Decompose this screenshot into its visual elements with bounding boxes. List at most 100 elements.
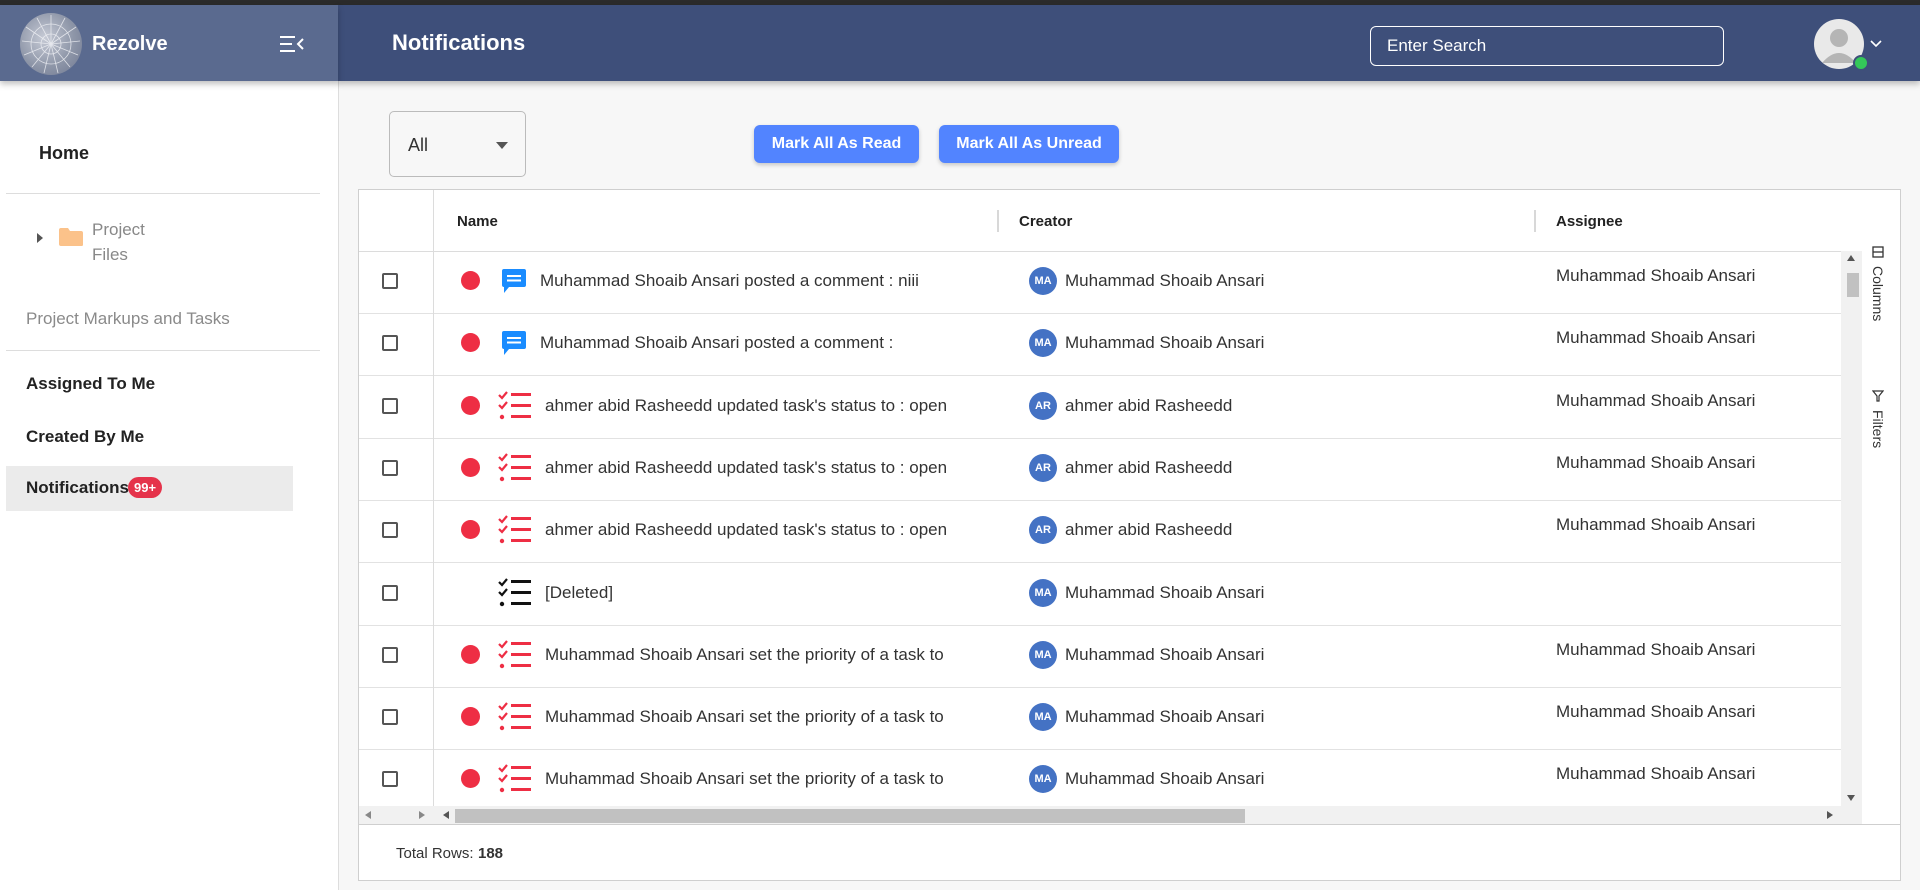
creator-name: Muhammad Shoaib Ansari (1065, 644, 1265, 664)
creator-avatar: MA (1029, 578, 1057, 607)
unread-dot-icon (461, 644, 480, 664)
unread-dot-icon (461, 333, 480, 353)
comment-icon (500, 329, 528, 362)
mark-all-unread-button[interactable]: Mark All As Unread (939, 125, 1119, 163)
row-checkbox[interactable] (382, 709, 398, 726)
creator-avatar: AR (1029, 391, 1057, 420)
folder-icon (58, 227, 84, 252)
column-divider (433, 190, 434, 251)
column-header-creator[interactable]: Creator (1019, 213, 1072, 230)
table-row[interactable]: Muhammad Shoaib Ansari posted a comment … (359, 313, 1841, 377)
filter-select[interactable]: All (389, 111, 526, 177)
table-row[interactable]: ahmer abid Rasheedd updated task's statu… (359, 438, 1841, 501)
assignee-name: Muhammad Shoaib Ansari (1556, 639, 1756, 659)
row-checkbox[interactable] (382, 459, 398, 476)
section-title: Project Markups and Tasks (26, 309, 230, 328)
scroll-down-icon[interactable] (1847, 795, 1855, 801)
online-status-dot (1853, 55, 1869, 71)
divider (6, 350, 320, 351)
unread-dot-icon (461, 520, 480, 540)
tab-columns[interactable]: Columns (1870, 246, 1886, 321)
divider (6, 193, 320, 194)
assignee-name: Muhammad Shoaib Ansari (1556, 764, 1756, 784)
task-list-icon (497, 763, 533, 800)
notification-count-badge: 99+ (128, 477, 163, 498)
sidebar-item-notifications[interactable]: Notifications (26, 478, 129, 498)
scroll-up-icon[interactable] (1847, 255, 1855, 261)
assignee-name: Muhammad Shoaib Ansari (1556, 515, 1756, 535)
columns-icon (1872, 246, 1884, 258)
total-rows-label: Total Rows: (396, 845, 474, 862)
notification-text: Muhammad Shoaib Ansari posted a comment … (540, 271, 919, 290)
chevron-down-icon[interactable] (1870, 35, 1882, 53)
scroll-left-icon[interactable] (443, 811, 449, 819)
table-row[interactable]: Muhammad Shoaib Ansari set the priority … (359, 749, 1841, 806)
notifications-table: Name Creator Assignee Muhammad Shoaib An… (358, 189, 1901, 881)
table-row[interactable]: Muhammad Shoaib Ansari set the priority … (359, 687, 1841, 751)
creator-name: Muhammad Shoaib Ansari (1065, 333, 1265, 353)
creator-name: Muhammad Shoaib Ansari (1065, 582, 1265, 602)
creator-name: ahmer abid Rasheedd (1065, 395, 1233, 415)
unread-dot-icon (461, 707, 480, 727)
filter-icon (1871, 390, 1885, 402)
horizontal-scroll-thumb[interactable] (455, 809, 1245, 823)
sidebar-item-assigned-to-me[interactable]: Assigned To Me (26, 374, 155, 394)
table-row[interactable]: ahmer abid Rasheedd updated task's statu… (359, 376, 1841, 439)
caret-right-icon[interactable] (36, 231, 44, 249)
row-checkbox[interactable] (382, 273, 398, 289)
creator-avatar: MA (1029, 765, 1057, 794)
total-rows: Total Rows: 188 (396, 845, 503, 863)
row-checkbox[interactable] (382, 771, 398, 788)
table-row[interactable]: Muhammad Shoaib Ansari posted a comment … (359, 251, 1841, 314)
row-checkbox[interactable] (382, 584, 398, 601)
sidebar: Home Project Files Project Markups and T… (0, 81, 339, 890)
filter-select-value: All (408, 135, 429, 155)
table-rows: Muhammad Shoaib Ansari posted a comment … (359, 251, 1841, 806)
scroll-right-icon[interactable] (419, 811, 425, 819)
sidebar-item-project-files[interactable]: Project Files (92, 217, 145, 267)
notification-text: Muhammad Shoaib Ansari set the priority … (545, 644, 944, 664)
unread-dot-icon (461, 271, 480, 290)
sidebar-item-created-by-me[interactable]: Created By Me (26, 427, 144, 447)
column-divider (433, 251, 434, 806)
tab-filters-label: Filters (1870, 409, 1886, 449)
collapse-menu-icon[interactable] (280, 35, 304, 53)
notification-text: ahmer abid Rasheedd updated task's statu… (545, 520, 948, 540)
notification-text: Muhammad Shoaib Ansari posted a comment … (540, 333, 894, 353)
mark-all-read-button[interactable]: Mark All As Read (754, 125, 919, 163)
search-input[interactable] (1370, 26, 1724, 66)
tab-filters[interactable]: Filters (1870, 390, 1886, 448)
folder-label-line2: Files (92, 245, 128, 264)
table-row[interactable]: [Deleted] MA Muhammad Shoaib Ansari (359, 563, 1841, 626)
row-checkbox[interactable] (382, 397, 398, 414)
app-name: Rezolve (92, 33, 168, 55)
vertical-scroll-thumb[interactable] (1847, 273, 1859, 297)
column-resize-handle[interactable] (997, 210, 999, 232)
notification-text: Muhammad Shoaib Ansari set the priority … (545, 769, 944, 789)
row-checkbox[interactable] (382, 522, 398, 539)
scroll-right-icon[interactable] (1827, 811, 1833, 819)
column-resize-handle[interactable] (1534, 210, 1536, 232)
table-row[interactable]: Muhammad Shoaib Ansari set the priority … (359, 625, 1841, 688)
grid-side-panel: Columns Filters (1862, 190, 1900, 824)
assignee-name: Muhammad Shoaib Ansari (1556, 452, 1756, 472)
vertical-scrollbar[interactable] (1841, 251, 1862, 806)
column-header-assignee[interactable]: Assignee (1556, 213, 1623, 230)
brand-bar: Rezolve (0, 5, 338, 81)
dropdown-arrow-icon (496, 142, 508, 149)
sidebar-item-home[interactable]: Home (39, 143, 89, 164)
task-list-icon (497, 701, 533, 738)
table-row[interactable]: ahmer abid Rasheedd updated task's statu… (359, 500, 1841, 564)
creator-name: Muhammad Shoaib Ansari (1065, 271, 1265, 290)
column-header-name[interactable]: Name (457, 213, 498, 230)
task-list-icon (497, 452, 533, 489)
row-checkbox[interactable] (382, 646, 398, 663)
scroll-left-icon[interactable] (365, 811, 371, 819)
page-title: Notifications (392, 30, 526, 55)
row-checkbox[interactable] (382, 335, 398, 352)
horizontal-scrollbar[interactable] (359, 806, 1862, 824)
creator-name: Muhammad Shoaib Ansari (1065, 769, 1265, 789)
total-rows-value: 188 (477, 845, 504, 862)
folder-label-line1: Project (92, 220, 145, 239)
assignee-name: Muhammad Shoaib Ansari (1556, 328, 1756, 348)
